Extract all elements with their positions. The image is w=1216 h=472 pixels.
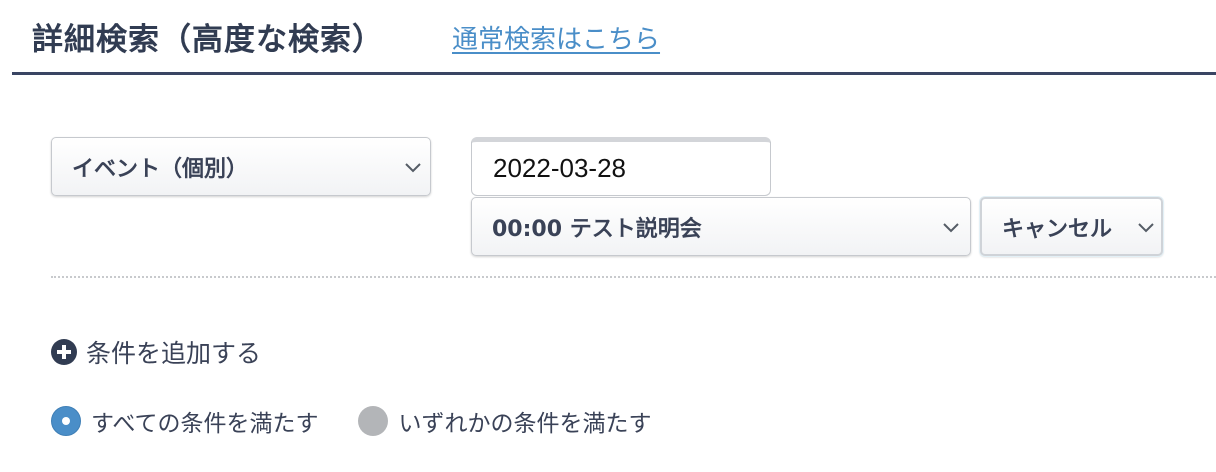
chevron-down-icon bbox=[943, 222, 959, 232]
section-divider bbox=[51, 276, 1216, 278]
condition-target-select-value: イベント（個別） bbox=[72, 156, 249, 182]
match-all-label: すべての条件を満たす bbox=[91, 411, 319, 437]
add-condition-label: 条件を追加する bbox=[86, 339, 262, 368]
chevron-down-icon bbox=[1138, 222, 1154, 232]
status-select-value: キャンセル bbox=[1002, 216, 1113, 242]
match-all-option[interactable]: すべての条件を満たす bbox=[51, 404, 318, 438]
advanced-search-page: 詳細検索（高度な検索） 通常検索はこちら イベント（個別） 00:00 テスト説… bbox=[0, 0, 1216, 472]
status-select[interactable]: キャンセル bbox=[980, 197, 1163, 256]
radio-checked-icon[interactable] bbox=[51, 406, 81, 436]
date-input[interactable] bbox=[471, 137, 771, 196]
header-divider bbox=[12, 72, 1216, 75]
chevron-down-icon bbox=[405, 162, 421, 172]
event-select-value: 00:00 テスト説明会 bbox=[492, 216, 702, 242]
match-any-label: いずれかの条件を満たす bbox=[398, 411, 652, 437]
event-select[interactable]: 00:00 テスト説明会 bbox=[471, 197, 971, 256]
radio-unchecked-icon[interactable] bbox=[358, 406, 389, 436]
match-any-option[interactable]: いずれかの条件を満たす bbox=[358, 404, 651, 438]
page-title: 詳細検索（高度な検索） bbox=[32, 22, 384, 58]
add-condition-button[interactable]: 条件を追加する bbox=[51, 336, 261, 368]
plus-circle-icon bbox=[51, 339, 77, 365]
condition-target-select[interactable]: イベント（個別） bbox=[51, 137, 431, 196]
page-header: 詳細検索（高度な検索） 通常検索はこちら bbox=[0, 0, 1216, 76]
match-mode-radio-group: すべての条件を満たす いずれかの条件を満たす bbox=[51, 404, 691, 438]
normal-search-link[interactable]: 通常検索はこちら bbox=[452, 19, 660, 56]
